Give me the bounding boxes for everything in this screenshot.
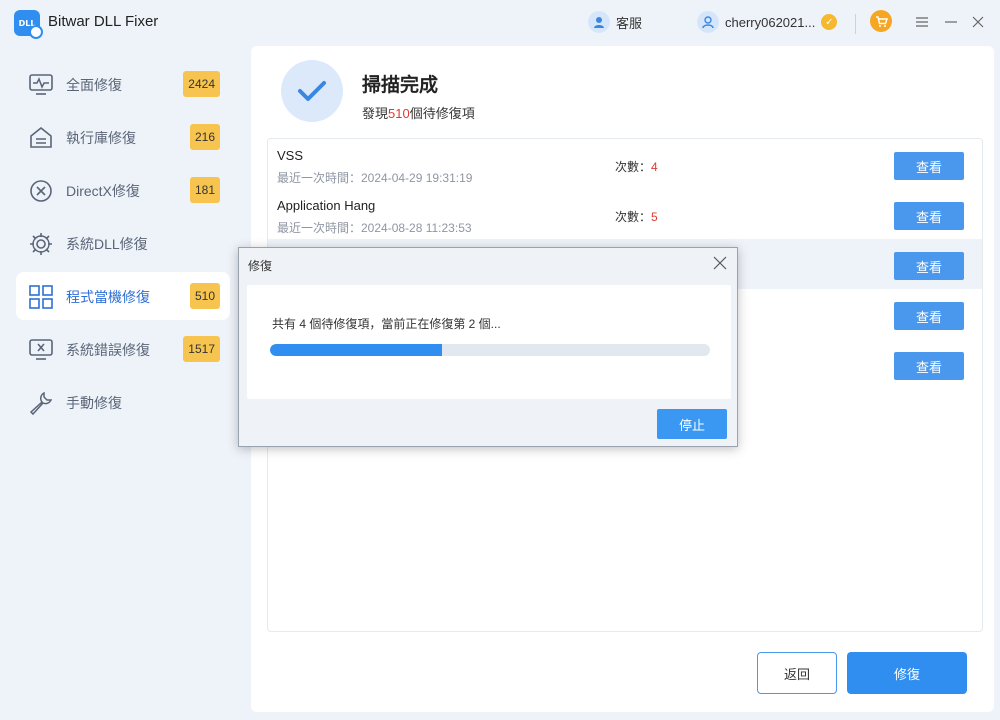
list-item: VSS 最近一次時間：2024-04-29 19:31:19 次數：4 查看	[268, 139, 982, 189]
dialog-close-button[interactable]	[711, 254, 729, 272]
close-icon	[972, 16, 984, 28]
count-badge: 181	[189, 177, 220, 203]
wrench-icon	[29, 391, 53, 416]
count-label: 次數：	[615, 160, 652, 174]
support-button[interactable]: 客服	[588, 11, 642, 33]
support-label: 客服	[616, 15, 643, 31]
count-value: 5	[651, 210, 658, 224]
sidebar-item-label: 執行庫修復	[66, 130, 136, 146]
scan-summary-suffix: 個待修復項	[409, 106, 475, 121]
sidebar: 全面修復 2424 執行庫修復 216 DirectX修復 181 系統DLL修…	[0, 46, 250, 720]
item-count: 次數：4	[615, 158, 658, 175]
sidebar-item-label: 系統DLL修復	[66, 236, 148, 252]
progress-bar-fill	[270, 344, 442, 356]
count-badge: 1517	[183, 336, 220, 362]
app-title: Bitwar DLL Fixer	[48, 13, 159, 30]
dialog-title: 修復	[248, 259, 273, 273]
view-button[interactable]: 查看	[894, 352, 964, 380]
sidebar-item-full-repair[interactable]: 全面修復 2424	[16, 60, 230, 108]
list-item: Application Hang 最近一次時間：2024-08-28 11:23…	[268, 189, 982, 239]
back-button[interactable]: 返回	[757, 652, 837, 694]
sidebar-item-label: 手動修復	[66, 395, 122, 411]
item-time: 最近一次時間：2024-08-28 11:23:53	[277, 221, 472, 235]
vip-badge-icon: ✓	[821, 14, 838, 30]
username: cherry062021...	[725, 14, 816, 30]
count-label: 次數：	[615, 210, 652, 224]
sidebar-item-system-error-repair[interactable]: 系統錯誤修復 1517	[16, 325, 230, 373]
view-button[interactable]: 查看	[894, 302, 964, 330]
menu-button[interactable]	[912, 12, 932, 32]
dialog-body: 共有 4 個待修復項，當前正在修復第 2 個...	[247, 285, 731, 399]
repair-progress-dialog: 修復 共有 4 個待修復項，當前正在修復第 2 個... 停止	[238, 247, 738, 447]
sidebar-item-manual-repair[interactable]: 手動修復	[16, 378, 230, 426]
cart-icon	[875, 15, 888, 27]
user-account[interactable]: cherry062021... ✓	[697, 11, 838, 33]
item-time: 最近一次時間：2024-04-29 19:31:19	[277, 171, 473, 185]
item-name: VSS	[277, 148, 304, 163]
close-icon	[713, 256, 727, 270]
scan-title: 掃描完成	[362, 75, 439, 96]
monitor-pulse-icon	[29, 74, 53, 95]
sidebar-item-directx-repair[interactable]: DirectX修復 181	[16, 166, 230, 214]
gear-icon	[30, 233, 52, 255]
directx-icon	[30, 180, 52, 202]
repair-button[interactable]: 修復	[847, 652, 967, 694]
progress-message: 共有 4 個待修復項，當前正在修復第 2 個...	[272, 317, 501, 331]
title-bar: DLL Bitwar DLL Fixer 客服 cherry062021... …	[0, 0, 1000, 46]
app-logo-text: DLL	[18, 18, 36, 28]
sidebar-item-crash-repair[interactable]: 程式當機修復 510	[16, 272, 230, 320]
grid-icon	[29, 285, 53, 309]
minimize-icon	[945, 21, 957, 23]
monitor-error-icon	[29, 339, 53, 360]
close-window-button[interactable]	[968, 12, 988, 32]
sidebar-item-runtime-repair[interactable]: 執行庫修復 216	[16, 113, 230, 161]
scan-complete-check-icon	[281, 60, 343, 122]
sidebar-item-label: 程式當機修復	[66, 289, 150, 305]
stop-button[interactable]: 停止	[657, 409, 727, 439]
sidebar-item-system-dll-repair[interactable]: 系統DLL修復	[16, 219, 230, 267]
progress-bar	[270, 344, 710, 356]
item-name: Application Hang	[277, 198, 376, 213]
count-badge: 2424	[183, 71, 220, 97]
view-button[interactable]: 查看	[894, 252, 964, 280]
hamburger-icon	[916, 17, 928, 27]
headset-icon	[588, 11, 610, 33]
view-button[interactable]: 查看	[894, 202, 964, 230]
count-badge: 216	[189, 124, 220, 150]
scan-count: 510	[388, 106, 410, 121]
app-logo: DLL	[14, 10, 43, 39]
user-icon	[697, 11, 719, 33]
sidebar-item-label: 系統錯誤修復	[66, 342, 150, 358]
item-count: 次數：5	[615, 208, 658, 225]
titlebar-divider	[855, 14, 856, 34]
view-button[interactable]: 查看	[894, 152, 964, 180]
library-icon	[30, 126, 52, 148]
sidebar-item-label: DirectX修復	[66, 183, 140, 199]
minimize-button[interactable]	[941, 12, 961, 32]
count-badge: 510	[189, 283, 220, 309]
scan-summary-prefix: 發現	[362, 106, 389, 121]
cart-button[interactable]	[870, 10, 892, 32]
scan-summary: 發現510個待修復項	[362, 103, 475, 122]
sidebar-item-label: 全面修復	[66, 77, 122, 93]
count-value: 4	[651, 160, 658, 174]
